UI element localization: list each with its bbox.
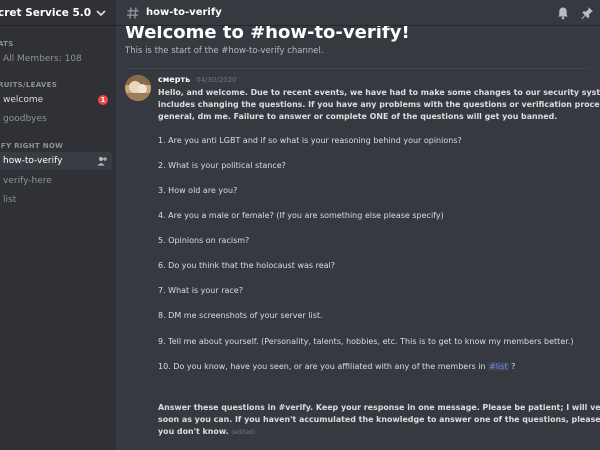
unread-badge: 1 [98, 95, 108, 105]
channel-label: verify-here [3, 176, 52, 186]
message-pane: Welcome to #how-to-verify! This is the s… [116, 26, 600, 450]
channel-label: list [3, 195, 17, 205]
header-toolbar [556, 6, 594, 20]
question-item: 6. Do you think that the holocaust was r… [158, 261, 336, 270]
hash-icon [127, 6, 139, 19]
channel-label: how-to-verify [3, 156, 63, 166]
channel-goodbyes[interactable]: goodbyes [0, 110, 116, 128]
closing-line: you don't know. (edited) [158, 426, 600, 439]
channel-mention-list[interactable]: #list [488, 362, 509, 371]
avatar-image [125, 75, 151, 101]
channel-welcome-subtitle: This is the start of the #how-to-verify … [125, 46, 324, 56]
question-text: 10. Do you know, have you seen, or are y… [158, 362, 486, 371]
channel-header: how-to-verify [116, 0, 600, 26]
edited-label: (edited) [231, 429, 256, 436]
channel-label: goodbyes [3, 114, 47, 124]
question-item: 7. What is your race? [158, 286, 243, 295]
question-item: 10. Do you know, have you seen, or are y… [158, 362, 515, 371]
question-item: 8. DM me screenshots of your server list… [158, 311, 323, 320]
message-intro-line: includes changing the questions. If you … [158, 100, 600, 109]
question-item: 1. Are you anti LGBT and if so what is y… [158, 136, 462, 145]
channel-verify-here[interactable]: verify-here [0, 172, 116, 190]
chevron-down-icon[interactable] [94, 6, 108, 20]
message-author[interactable]: смерть [158, 75, 190, 84]
category-recruits-leaves[interactable]: RUITS/LEAVES [0, 81, 57, 89]
channel-list[interactable]: list [0, 191, 116, 209]
closing-line: soon as you can. If you haven't accumula… [158, 415, 600, 424]
add-user-icon[interactable] [97, 156, 107, 166]
channel-sidebar: cret Service 5.0 ATS All Members: 108 RU… [0, 0, 116, 450]
divider [125, 68, 590, 69]
server-header[interactable]: cret Service 5.0 [0, 0, 116, 26]
message-closing: Answer these questions in #verify. Keep … [158, 402, 600, 439]
server-name: cret Service 5.0 [0, 6, 92, 19]
channel-label: All Members: 108 [3, 54, 82, 64]
category-verify[interactable]: IFY RIGHT NOW [0, 142, 63, 150]
question-item: 3. How old are you? [158, 186, 238, 195]
bell-icon[interactable] [556, 6, 570, 20]
channel-title: how-to-verify [146, 7, 222, 18]
message-header: смерть 04/30/2020 [158, 75, 592, 87]
question-item: 5. Opinions on racism? [158, 236, 250, 245]
avatar[interactable] [125, 75, 151, 101]
channel-welcome-title: Welcome to #how-to-verify! [125, 26, 410, 43]
closing-line: Answer these questions in #verify. Keep … [158, 403, 600, 412]
channel-how-to-verify[interactable]: how-to-verify [0, 152, 112, 170]
message-intro-line: Hello, and welcome. Due to recent events… [158, 88, 600, 97]
question-item: 4. Are you a male or female? (If you are… [158, 211, 444, 220]
pin-icon[interactable] [580, 6, 594, 20]
channel-welcome[interactable]: welcome 1 [0, 91, 116, 109]
closing-text: you don't know. [158, 427, 229, 436]
question-item: 9. Tell me about yourself. (Personality,… [158, 337, 574, 346]
channel-label: welcome [3, 95, 44, 105]
question-suffix: ? [511, 362, 516, 371]
category-stats[interactable]: ATS [0, 40, 14, 48]
message-timestamp: 04/30/2020 [196, 76, 237, 84]
message[interactable]: смерть 04/30/2020 Hello, and welcome. Du… [158, 75, 600, 123]
channel-all-members[interactable]: All Members: 108 [0, 50, 116, 68]
message-intro-line: general, dm me. Failure to answer or com… [158, 112, 558, 121]
question-item: 2. What is your political stance? [158, 161, 286, 170]
